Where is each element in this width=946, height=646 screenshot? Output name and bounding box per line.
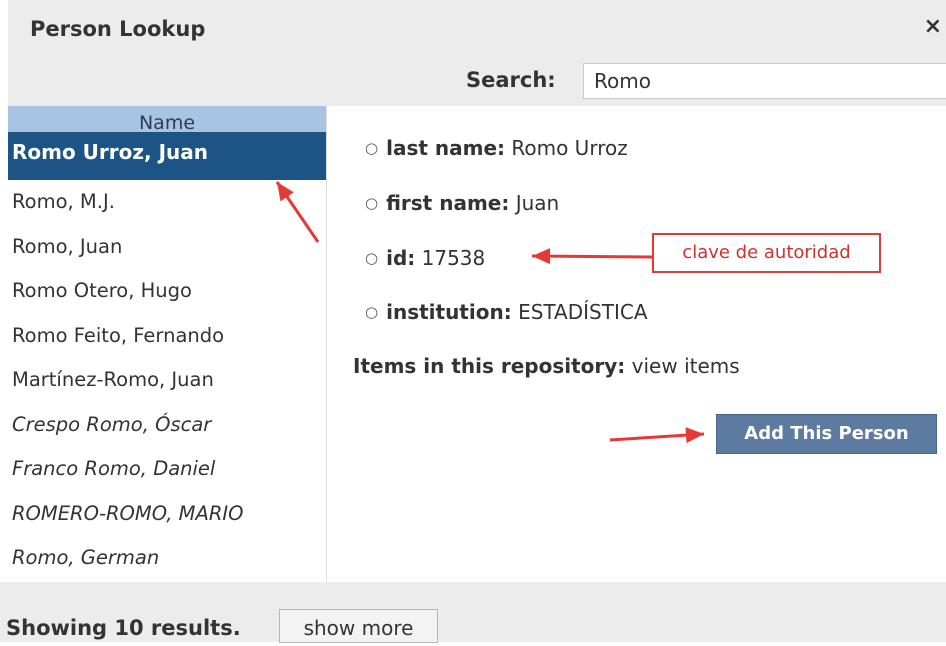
detail-last-name: ○ last name: Romo Urroz [365,136,628,160]
field-value: ESTADÍSTICA [518,300,648,324]
view-items-link[interactable]: view items [632,354,740,378]
result-row[interactable]: Romo Feito, Fernando [8,314,326,359]
bullet-icon: ○ [365,303,379,321]
dialog-titlebar: Person Lookup × [8,0,946,56]
result-row-selected[interactable]: Romo Urroz, Juan [8,132,326,180]
field-label: first name: [386,191,510,215]
bullet-icon: ○ [365,249,379,267]
footer: Showing 10 results. show more [0,582,946,643]
add-person-button[interactable]: Add This Person [716,414,937,454]
result-row[interactable]: Romo, German [8,536,326,581]
detail-id: ○ id: 17538 [365,246,485,270]
search-input[interactable] [583,63,946,99]
results-count: Showing 10 results. [6,616,241,640]
field-value: 17538 [421,246,486,270]
search-label: Search: [466,68,556,92]
bullet-icon: ○ [365,194,379,212]
field-value: Juan [515,191,560,215]
result-row[interactable]: Romo, M.J. [8,180,326,225]
result-row[interactable]: Romo, Juan [8,225,326,270]
items-in-repository: Items in this repository: view items [353,354,740,378]
detail-first-name: ○ first name: Juan [365,191,559,215]
field-label: institution: [386,300,512,324]
result-row[interactable]: Crespo Romo, Óscar [8,403,326,448]
field-label: last name: [386,136,506,160]
result-row[interactable]: ROMERO-ROMO, MARIO [8,492,326,537]
result-row[interactable]: Romo Otero, Hugo [8,269,326,314]
close-icon[interactable]: × [924,14,942,39]
items-label: Items in this repository: [353,354,626,378]
results-list: Name Romo Urroz, Juan Romo, M.J. Romo, J… [8,106,327,582]
show-more-button[interactable]: show more [279,609,438,643]
field-label: id: [386,246,416,270]
authority-key-callout: clave de autoridad [652,233,881,273]
dialog-title: Person Lookup [30,17,206,41]
search-bar: Search: [8,56,946,106]
field-value: Romo Urroz [511,136,628,160]
person-details: ○ last name: Romo Urroz ○ first name: Juan… [327,106,946,582]
result-row[interactable]: Martínez-Romo, Juan [8,358,326,403]
bullet-icon: ○ [365,139,379,157]
result-row[interactable]: Franco Romo, Daniel [8,447,326,492]
detail-institution: ○ institution: ESTADÍSTICA [365,300,648,324]
